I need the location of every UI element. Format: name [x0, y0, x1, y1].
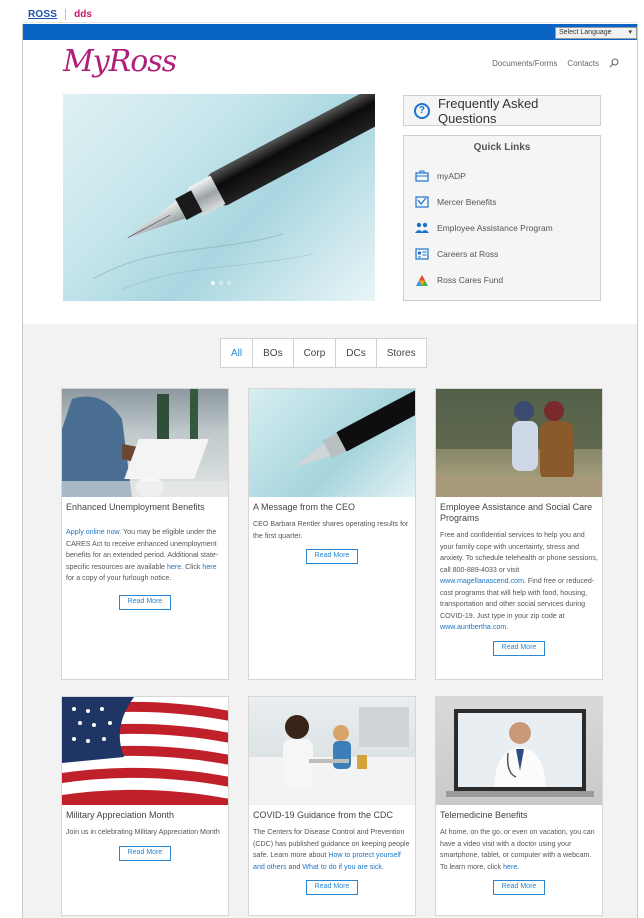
card-body: CEO Barbara Rentler shares operating res… [253, 520, 409, 540]
quick-link-myadp[interactable]: myADP [414, 163, 590, 189]
language-bar: Select Language ▾ [23, 24, 637, 40]
card-title: COVID-19 Guidance from the CDC [253, 810, 394, 820]
news-card: Telemedicine Benefits At home, on the go… [435, 696, 603, 916]
card-title: Telemedicine Benefits [440, 810, 528, 820]
mother-child-kitchen-image [249, 697, 415, 805]
auntbertha-link[interactable]: www.auntbertha.com [440, 623, 506, 631]
filter-stores[interactable]: Stores [375, 338, 427, 368]
read-more-button[interactable]: Read More [119, 594, 171, 610]
quick-link-careers[interactable]: Careers at Ross [414, 241, 590, 267]
quick-link-label: Ross Cares Fund [437, 275, 504, 285]
magellan-link[interactable]: www.magellanascend.com [440, 577, 524, 585]
fountain-pen-thumbnail [249, 389, 415, 497]
card-text: . Click [181, 562, 203, 571]
read-more-button[interactable]: Read More [306, 549, 358, 564]
news-card: COVID-19 Guidance from the CDC The Cente… [248, 696, 416, 916]
news-card: Military Appreciation Month Join us in c… [61, 696, 229, 916]
carousel-dot[interactable] [227, 281, 231, 285]
news-card: A Message from the CEO CEO Barbara Rentl… [248, 388, 416, 680]
checklist-icon [414, 196, 429, 209]
apply-online-link[interactable]: Apply online now. [66, 528, 121, 536]
language-select-label: Select Language [559, 29, 612, 36]
card-text: . [506, 623, 509, 631]
ross-brand-link[interactable]: ROSS [28, 9, 57, 20]
card-body: At home, on the go, or even on vacation,… [436, 821, 602, 873]
carousel-dot[interactable] [219, 281, 223, 285]
laptop-typing-image [62, 389, 228, 497]
quick-links-title: Quick Links [473, 142, 531, 153]
news-section: All BOs Corp DCs Stores Enhanced Unemplo… [23, 324, 637, 918]
faq-label: Frequently Asked Questions [437, 95, 539, 126]
read-more-button[interactable]: Read More [493, 880, 545, 895]
quick-link-label: myADP [437, 171, 466, 181]
card-text: . [517, 862, 520, 871]
id-card-icon [414, 248, 429, 261]
read-more-button[interactable]: Read More [306, 880, 358, 895]
state-resources-link[interactable]: here [167, 563, 181, 571]
telemedicine-link[interactable]: here [503, 863, 517, 871]
brand-bar: ROSS dds [22, 6, 638, 23]
filter-bos[interactable]: BOs [252, 338, 294, 368]
quick-link-employee-assistance[interactable]: Employee Assistance Program [414, 215, 590, 241]
card-body: Apply online now. You may be eligible un… [62, 513, 228, 585]
quick-links-panel: Quick Links myADP Mercer Benefits Employ… [403, 135, 601, 301]
card-text: Free and confidential services to help y… [440, 531, 598, 574]
quick-link-label: Mercer Benefits [437, 197, 497, 207]
nav-contacts[interactable]: Contacts [567, 59, 599, 68]
briefcase-icon [414, 170, 429, 183]
triangle-logo-icon [414, 274, 429, 287]
question-icon: ? [414, 102, 430, 119]
read-more-button[interactable]: Read More [493, 640, 545, 656]
card-title: Military Appreciation Month [66, 810, 175, 820]
language-select[interactable]: Select Language ▾ [555, 27, 637, 39]
faq-button[interactable]: ? Frequently Asked Questions [403, 95, 601, 126]
hero-carousel[interactable] [63, 94, 375, 301]
page-frame: Select Language ▾ MyRoss Documents/Forms… [22, 24, 638, 918]
filter-dcs[interactable]: DCs [335, 338, 377, 368]
card-body: Free and confidential services to help y… [436, 524, 602, 634]
card-body: Join us in celebrating Military Apprecia… [66, 828, 220, 836]
card-body: The Centers for Disease Control and Prev… [249, 821, 415, 873]
carousel-dots [211, 281, 231, 285]
fountain-pen-image [92, 94, 375, 290]
quick-link-ross-cares-fund[interactable]: Ross Cares Fund [414, 267, 590, 293]
news-card: Enhanced Unemployment Benefits Apply onl… [61, 388, 229, 680]
american-flag-image [62, 697, 228, 805]
quick-link-label: Employee Assistance Program [437, 223, 553, 233]
filter-all[interactable]: All [220, 338, 254, 368]
furlough-notice-link[interactable]: here [202, 563, 216, 571]
card-title: A Message from the CEO [253, 502, 356, 512]
family-hug-image [436, 389, 602, 497]
news-card: Employee Assistance and Social Care Prog… [435, 388, 603, 680]
search-icon[interactable] [609, 58, 619, 68]
card-text: and [286, 862, 303, 871]
quick-link-mercer-benefits[interactable]: Mercer Benefits [414, 189, 590, 215]
quick-link-label: Careers at Ross [437, 249, 499, 259]
brand-divider [65, 8, 67, 20]
card-text: for a copy of your furlough notice. [66, 574, 172, 582]
myross-logo[interactable]: MyRoss [63, 44, 177, 79]
telemedicine-doctor-image [436, 697, 602, 805]
filter-corp[interactable]: Corp [292, 338, 337, 368]
read-more-button[interactable]: Read More [119, 845, 171, 861]
site-header: MyRoss Documents/Forms Contacts [23, 40, 637, 95]
card-title: Employee Assistance and Social Care Prog… [440, 502, 593, 523]
dds-brand-link[interactable]: dds [74, 9, 92, 20]
card-text: . [381, 862, 384, 871]
card-title: Enhanced Unemployment Benefits [66, 502, 205, 512]
chevron-down-icon: ▾ [628, 29, 632, 36]
carousel-dot[interactable] [211, 281, 215, 285]
nav-documents-forms[interactable]: Documents/Forms [492, 59, 557, 68]
top-nav: Documents/Forms Contacts [492, 58, 619, 68]
category-filters: All BOs Corp DCs Stores [220, 338, 427, 368]
people-icon [414, 222, 429, 235]
if-you-are-sick-link[interactable]: What to do if you are sick [302, 863, 382, 871]
